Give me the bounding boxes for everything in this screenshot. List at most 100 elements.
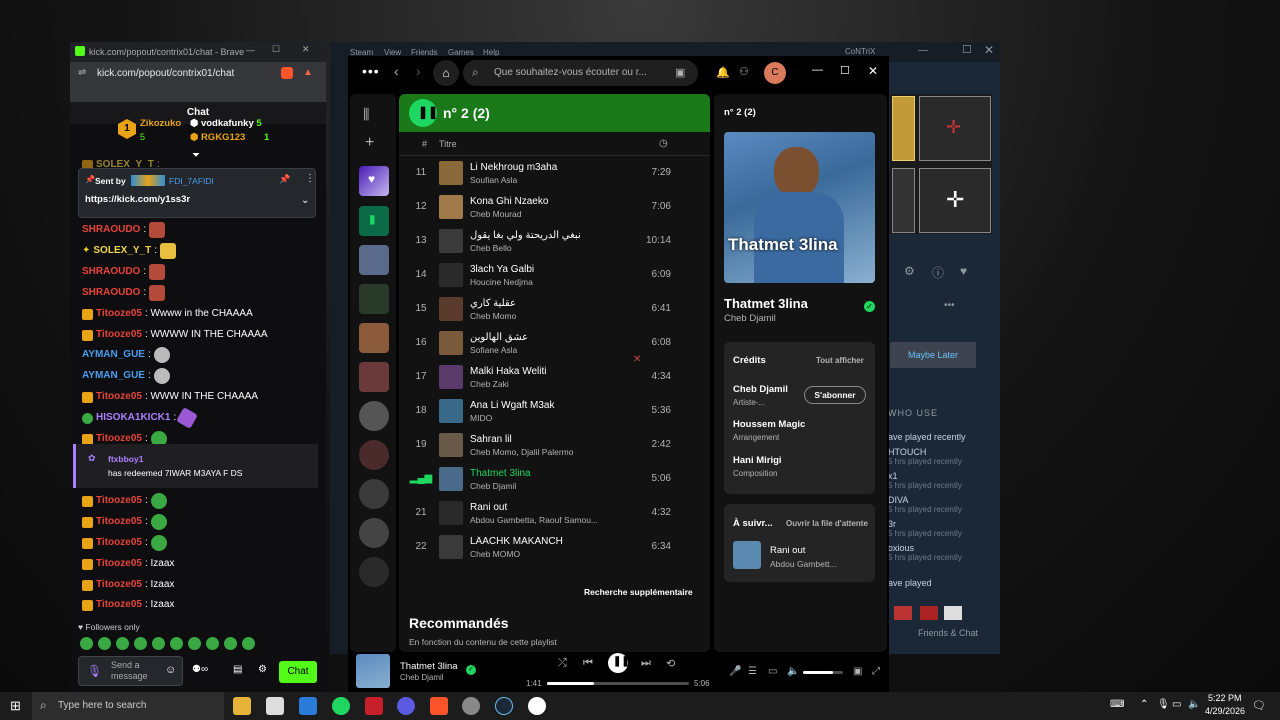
game-tile[interactable] <box>892 96 915 161</box>
track-artist[interactable]: Cheb MOMO <box>470 549 640 559</box>
windows-start-icon[interactable]: ⊞ <box>10 698 21 714</box>
pause-button[interactable]: ❚❚ <box>409 99 438 127</box>
chat-username[interactable]: HISOKA1KICK1 <box>96 409 170 427</box>
credit-name[interactable]: Hani Mirigi <box>733 455 782 466</box>
taskbar-search[interactable]: ⌕ Type here to search <box>32 692 224 720</box>
pinned-link[interactable]: https://kick.com/y1ss3r <box>85 194 190 205</box>
store-icon[interactable] <box>266 697 284 715</box>
redeem-user[interactable]: ftxbboy1 <box>108 454 143 464</box>
emote-icon[interactable] <box>134 637 147 650</box>
saved-check-icon[interactable]: ✓ <box>864 301 875 312</box>
chat-username[interactable]: AYMAN_GUE <box>82 367 145 385</box>
emote-icon[interactable] <box>98 637 111 650</box>
game-tile[interactable]: ✛ <box>919 168 991 233</box>
track-row[interactable]: 18 Ana Li Wgaft M3ak MIDO 5:36 <box>399 394 709 428</box>
more-icon[interactable]: ••• <box>944 300 955 311</box>
leader-name[interactable]: Zikozuko <box>140 118 181 129</box>
chat-username[interactable]: SHRAOUDO <box>82 221 140 239</box>
artist-tile[interactable] <box>359 518 389 548</box>
lyrics-icon[interactable]: 🎤 <box>729 666 741 677</box>
add-icon[interactable]: + <box>365 134 374 152</box>
minimize-icon[interactable]: — <box>812 64 823 76</box>
playlist-tile[interactable] <box>359 323 389 353</box>
playlist-tile[interactable] <box>359 284 389 314</box>
miniplayer-icon[interactable]: ▣ <box>853 666 862 677</box>
maximize-icon[interactable]: ☐ <box>840 64 850 77</box>
friend-item[interactable]: oxious 5 hrs played recently <box>888 543 998 567</box>
chevron-down-icon[interactable]: ⌄ <box>301 195 309 206</box>
brave-shields-icon[interactable] <box>281 67 293 79</box>
track-artist[interactable]: Abdou Gambetta, Raouf Samou... <box>470 515 640 525</box>
track-artist[interactable]: Cheb Zaki <box>470 379 640 389</box>
leader-name[interactable]: ⬢ RGKG123 1 <box>190 132 269 143</box>
store-icon[interactable]: ▤ <box>233 664 242 675</box>
track-artist[interactable]: MIDO <box>470 413 640 423</box>
clock-time[interactable]: 5:22 PM <box>1208 693 1242 703</box>
network-icon[interactable]: ▭ <box>1172 699 1181 710</box>
artist-tile[interactable] <box>359 479 389 509</box>
track-title[interactable]: Kona Ghi Nzaeko <box>470 196 630 207</box>
home-icon[interactable]: ⌂ <box>433 60 459 86</box>
maximize-icon[interactable]: ☐ <box>272 44 280 55</box>
chat-username[interactable]: AYMAN_GUE <box>82 346 145 364</box>
discord-icon[interactable] <box>397 697 415 715</box>
unpin-icon[interactable]: 📌 <box>279 174 290 185</box>
message-input[interactable]: 🎙 Send a message ☺ <box>78 656 183 686</box>
track-artist[interactable]: Cheb Mourad <box>470 209 640 219</box>
chat-username[interactable]: SHRAOUDO <box>82 284 140 302</box>
track-row[interactable]: 22 LÂACHK MAKANCH Cheb MOMO 6:34 <box>399 530 709 564</box>
maybe-later-button[interactable]: Maybe Later <box>890 342 976 368</box>
emote-icon[interactable] <box>170 637 183 650</box>
player-title[interactable]: Thatmet 3lina <box>400 661 458 672</box>
chat-username[interactable]: Titooze05 <box>96 534 142 552</box>
game-tile[interactable]: ✛ <box>919 96 991 161</box>
track-artist[interactable]: Cheb Bello <box>470 243 640 253</box>
track-row-playing[interactable]: ▂▄▆ Thatmet 3lina Cheb Djamil 5:06 <box>399 462 709 496</box>
obs-icon[interactable] <box>462 697 480 715</box>
bell-icon[interactable]: 🔔 <box>716 66 730 79</box>
browse-icon[interactable]: ▣ <box>675 66 685 79</box>
game-icon[interactable] <box>944 606 962 620</box>
shuffle-icon[interactable]: ⤮ <box>558 657 567 670</box>
gear-icon[interactable]: ⚙ <box>904 264 915 278</box>
track-artist[interactable]: Cheb Momo <box>470 311 640 321</box>
friends-chat-button[interactable]: Friends & Chat <box>918 628 978 638</box>
emote-icon[interactable] <box>80 637 93 650</box>
app-icon[interactable] <box>528 697 546 715</box>
library-icon[interactable]: ⫼ <box>363 106 369 123</box>
search-input[interactable]: ⌕ Que souhaitez-vous écouter ou r... ▣ <box>463 60 698 86</box>
more-vertical-icon[interactable]: ⋮ <box>305 173 315 184</box>
leader-name[interactable]: ⬢ vodkafunky 5 <box>190 118 262 129</box>
track-title[interactable]: Thatmet 3lina <box>470 468 630 479</box>
emoji-icon[interactable]: ☺ <box>165 664 176 676</box>
forward-arrow-icon[interactable]: › <box>416 63 421 79</box>
friend-item[interactable]: x1 5 hrs played recently <box>888 471 998 495</box>
next-icon[interactable]: ⏭ <box>641 657 651 670</box>
credit-name[interactable]: Houssem Magic <box>733 419 805 430</box>
emote-icon[interactable] <box>206 637 219 650</box>
show-all-link[interactable]: Tout afficher <box>816 356 864 365</box>
track-artist[interactable]: Cheb Djamil <box>470 481 640 491</box>
chat-username[interactable]: SOLEX_Y_T <box>93 242 151 260</box>
progress-bar[interactable] <box>547 682 689 685</box>
liked-songs-tile[interactable]: ♥ <box>359 166 389 196</box>
close-icon[interactable]: ✕ <box>868 64 878 78</box>
track-title[interactable]: عقلية كاري <box>470 298 630 309</box>
devices-icon[interactable]: ▭ <box>768 666 777 677</box>
track-artist[interactable]: Cheb Momo, Djalil Palermo <box>470 447 640 457</box>
mail-icon[interactable] <box>299 697 317 715</box>
track-title[interactable]: 3lach Ya Galbi <box>470 264 630 275</box>
col-title[interactable]: Titre <box>439 139 457 149</box>
emote-icon[interactable] <box>188 637 201 650</box>
artist-tile[interactable] <box>359 557 389 587</box>
steam-user-name[interactable]: CoNTriX <box>845 47 875 56</box>
previous-icon[interactable]: ⏮ <box>583 657 593 670</box>
playlist-tile[interactable] <box>359 245 389 275</box>
fullscreen-icon[interactable]: ⤢ <box>872 666 880 677</box>
next-track-title[interactable]: Rani out <box>770 545 805 556</box>
track-row[interactable]: 15 عقلية كاري Cheb Momo 6:41 <box>399 292 709 326</box>
menu-dots-icon[interactable]: ••• <box>362 63 380 79</box>
brave-icon[interactable] <box>430 697 448 715</box>
volume-icon[interactable]: 🔈 <box>1188 699 1200 710</box>
track-row[interactable]: 13 نبغي الدريحتة ولي بغا يقول Cheb Bello 10… <box>399 224 709 258</box>
